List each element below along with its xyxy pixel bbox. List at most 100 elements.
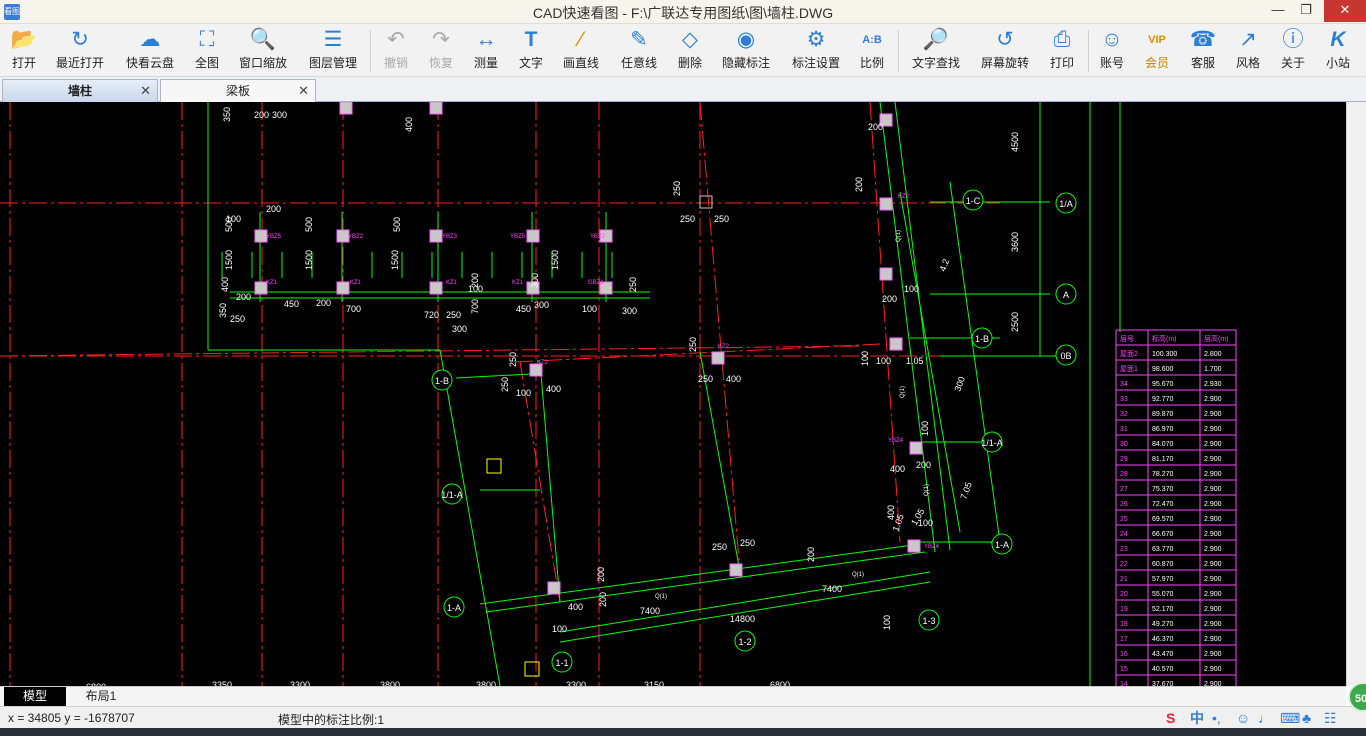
axis-bubbles: 1-C 1/A A 1-B 0B 1-B 1/1-A 1/1-A 1-A 1-A 1-1 1-2 1-3 — [431, 189, 1077, 673]
text-search-button[interactable]: 🔎 文字查找 — [906, 26, 966, 75]
dimension-text: 250 — [446, 310, 461, 320]
punctuation-icon[interactable]: •, — [1212, 709, 1221, 727]
table-cell: 98.600 — [1152, 366, 1174, 373]
freeline-button[interactable]: ✎ 任意线 — [616, 26, 662, 75]
wall-line — [894, 102, 951, 551]
table-cell: 33 — [1120, 396, 1128, 403]
table-cell: 屋面2 — [1120, 350, 1138, 358]
hide-dimension-button[interactable]: ◉ 隐藏标注 — [718, 26, 774, 75]
erase-button[interactable]: ◇ 删除 — [670, 26, 710, 75]
column-tag: YBZ2 — [590, 234, 606, 240]
cad-viewer-window: 看图 CAD快速看图 - F:\广联达专用图纸\图\墙柱.DWG — ❐ ✕ 📂… — [0, 0, 1366, 736]
table-cell: 28 — [1120, 471, 1128, 478]
column-tag: KZ2 — [898, 194, 910, 200]
column-tag: KZ2 — [718, 344, 730, 350]
table-cell: 2.900 — [1204, 606, 1222, 613]
minimize-button[interactable]: — — [1264, 0, 1292, 22]
site-button[interactable]: K 小站 — [1318, 26, 1358, 75]
axis-bubble-label: 1-A — [995, 540, 1009, 550]
recent-button[interactable]: ↻ 最近打开 — [50, 26, 110, 75]
close-icon[interactable]: ✕ — [140, 80, 151, 102]
close-icon[interactable]: ✕ — [298, 80, 309, 102]
service-button[interactable]: ☎ 客服 — [1184, 26, 1222, 75]
table-cell: 72.470 — [1152, 501, 1174, 508]
cloud-icon: ☁ — [139, 28, 161, 51]
dimension-text: 700 — [470, 299, 480, 314]
dimension-text: 250 — [508, 352, 518, 367]
dimension-text: 300 — [452, 324, 467, 334]
about-button[interactable]: ⓘ 关于 — [1274, 26, 1312, 75]
tab-walls-columns[interactable]: 墙柱 ✕ — [2, 79, 158, 102]
table-cell: 1.700 — [1204, 366, 1222, 373]
wall-tag: Q(1) — [900, 386, 906, 398]
dimension-text: 300 — [534, 300, 549, 310]
measure-button[interactable]: ↔ 测量 — [466, 26, 506, 75]
tab-model[interactable]: 模型 — [4, 687, 66, 706]
vip-button[interactable]: VIP 会员 — [1138, 26, 1176, 75]
column — [429, 229, 443, 243]
dimension-text: 250 — [714, 214, 729, 224]
dimension-text: 100 — [904, 284, 919, 294]
undo-button[interactable]: ↶ 撤销 — [376, 26, 416, 75]
dimension-text: 500 — [392, 217, 402, 232]
keyboard-icon[interactable]: ⌨ — [1280, 709, 1300, 727]
ruler-icon: ↔ — [475, 28, 497, 51]
dimension-text: 400 — [546, 384, 561, 394]
axis-line-diagonal — [869, 102, 901, 543]
table-cell: 43.470 — [1152, 651, 1174, 658]
maximize-button[interactable]: ❐ — [1292, 0, 1320, 22]
toolbox-icon[interactable]: ☷ — [1324, 709, 1337, 727]
table-cell: 49.270 — [1152, 621, 1174, 628]
fit-view-button[interactable]: ⛶ 全图 — [187, 26, 227, 75]
dimension-text: 7.05 — [958, 481, 973, 501]
dimension-settings-button[interactable]: ⚙ 标注设置 — [788, 26, 844, 75]
undo-icon: ↶ — [387, 28, 405, 51]
open-button[interactable]: 📂 打开 — [2, 26, 46, 75]
screen-rotate-button[interactable]: ↺ 屏幕旋转 — [976, 26, 1034, 75]
scale-button[interactable]: A:B 比例 — [852, 26, 892, 75]
sogou-ime-icon[interactable]: S — [1166, 709, 1175, 727]
print-button[interactable]: ⎙ 打印 — [1042, 26, 1082, 75]
drawing-canvas[interactable]: 1-C 1/A A 1-B 0B 1-B 1/1-A 1/1-A 1-A 1-A 1-1 1-2 1-3… — [0, 102, 1346, 686]
style-button[interactable]: ↗ 风格 — [1230, 26, 1266, 75]
skin-icon[interactable]: ♣ — [1302, 709, 1311, 727]
emoji-icon[interactable]: ☺ — [1236, 709, 1250, 727]
table-cell: 46.370 — [1152, 636, 1174, 643]
tab-layout1[interactable]: 布局1 — [70, 687, 132, 706]
axis-bubble-label: 1-B — [975, 334, 989, 344]
column — [339, 102, 353, 115]
ime-language[interactable]: 中 — [1190, 709, 1204, 727]
line-button[interactable]: ∕ 画直线 — [558, 26, 604, 75]
dimension-text: 250 — [698, 374, 713, 384]
close-button[interactable]: ✕ — [1324, 0, 1366, 22]
k-logo-icon: K — [1330, 28, 1346, 51]
axis-bubble-label: 1-2 — [738, 637, 751, 647]
dimension-text: 350 — [218, 303, 228, 318]
redo-button[interactable]: ↷ 恢复 — [420, 26, 462, 75]
dimension-text: 7400 — [822, 584, 842, 594]
table-cell: 2.900 — [1204, 636, 1222, 643]
vertical-scrollbar[interactable] — [1346, 102, 1366, 686]
screen-rotate-icon: ↺ — [996, 28, 1014, 51]
column-tag: KZ1 — [266, 280, 278, 286]
dimension-text: 500 — [304, 217, 314, 232]
layers-button[interactable]: ☰ 图层管理 — [303, 26, 363, 75]
dimension-text: 14800 — [730, 614, 755, 624]
text-button[interactable]: T 文字 — [511, 26, 551, 75]
column-tag: YBZ4 — [924, 544, 940, 550]
dimension-text: 1500 — [390, 250, 400, 270]
microphone-icon[interactable]: ♩ — [1258, 709, 1272, 727]
table-cell: 69.570 — [1152, 516, 1174, 523]
dimension-text: 250 — [500, 377, 510, 392]
dimension-text: 400 — [404, 117, 414, 132]
table-cell: 92.770 — [1152, 396, 1174, 403]
dimension-text: 100 — [876, 356, 891, 366]
cloud-button[interactable]: ☁ 快看云盘 — [120, 26, 180, 75]
account-button[interactable]: ☺ 账号 — [1094, 26, 1130, 75]
zoom-window-button[interactable]: 🔍 窗口缩放 — [233, 26, 293, 75]
table-cell: 2.900 — [1204, 621, 1222, 628]
status-bar: x = 34805 y = -1678707 模型中的标注比例:1 S 中 •,… — [0, 706, 1366, 728]
table-cell: 2.900 — [1204, 471, 1222, 478]
tab-beams-slabs[interactable]: 梁板 ✕ — [160, 79, 316, 102]
table-cell: 52.170 — [1152, 606, 1174, 613]
